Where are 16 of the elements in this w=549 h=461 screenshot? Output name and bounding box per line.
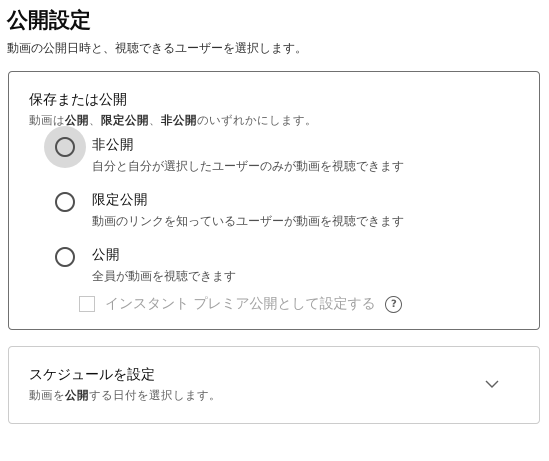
section-description: 動画は公開、限定公開、非公開のいずれかにします。 — [29, 113, 318, 128]
section-heading: スケジュールを設定 — [29, 366, 156, 385]
option-label: 非公開 — [92, 136, 135, 154]
page-title: 公開設定 — [7, 7, 92, 34]
option-description: 動画のリンクを知っているユーザーが動画を視聴できます — [92, 213, 404, 230]
option-description: 自分と自分が選択したユーザーのみが動画を視聴できます — [92, 158, 404, 175]
option-description: 全員が動画を視聴できます — [92, 268, 236, 285]
page-subtitle: 動画の公開日時と、視聴できるユーザーを選択します。 — [7, 40, 308, 57]
section-heading: 保存または公開 — [29, 91, 128, 110]
option-label: 限定公開 — [92, 191, 149, 209]
checkbox-label: インスタント プレミア公開として設定する — [105, 295, 376, 313]
schedule-card[interactable]: スケジュールを設定 動画を公開する日付を選択します。 — [8, 346, 540, 424]
chevron-down-icon[interactable] — [485, 380, 499, 388]
option-label: 公開 — [92, 246, 121, 264]
radio-button[interactable] — [44, 126, 86, 168]
section-description: 動画を公開する日付を選択します。 — [29, 388, 221, 403]
